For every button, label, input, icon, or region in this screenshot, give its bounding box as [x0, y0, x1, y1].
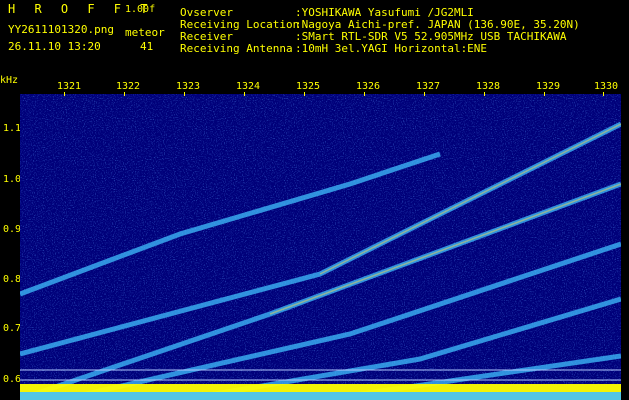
y-tick-label: 0.8	[3, 274, 22, 285]
x-tick-label: 1326	[356, 81, 381, 92]
spectrogram-canvas	[20, 94, 621, 400]
x-tick	[364, 92, 365, 96]
meteor-count: 41	[140, 40, 154, 53]
app-version: 1.00f	[125, 4, 156, 15]
noise-floor	[20, 94, 621, 400]
x-tick	[544, 92, 545, 96]
x-tick	[64, 92, 65, 96]
datetime-label: 26.11.10 13:20	[8, 40, 101, 53]
x-tick	[184, 92, 185, 96]
y-tick-label: 1.1	[3, 123, 22, 134]
x-tick-label: 1327	[416, 81, 441, 92]
x-tick-label: 1322	[116, 81, 141, 92]
x-tick-label: 1323	[176, 81, 201, 92]
x-tick	[424, 92, 425, 96]
meteor-label: meteor	[125, 26, 165, 39]
x-tick-label: 1330	[594, 81, 619, 92]
x-tick-label: 1325	[296, 81, 321, 92]
x-tick-label: 1324	[236, 81, 261, 92]
y-axis-unit: kHz	[0, 75, 19, 86]
x-tick-label: 1321	[57, 81, 82, 92]
antenna-label: Receiving Antenna	[180, 42, 293, 55]
antenna-value: :10mH 3el.YAGI Horizontal:ENE	[295, 42, 488, 55]
x-tick-label: 1329	[536, 81, 561, 92]
y-tick-label: 0.7	[3, 323, 22, 334]
x-tick-label: 1328	[476, 81, 501, 92]
y-tick-label: 0.9	[3, 224, 22, 235]
x-tick	[244, 92, 245, 96]
x-tick	[304, 92, 305, 96]
x-tick	[603, 92, 604, 96]
y-tick-label: 1.0	[3, 174, 22, 185]
x-tick	[484, 92, 485, 96]
x-tick	[124, 92, 125, 96]
filename-label: YY2611101320.png	[8, 23, 114, 36]
header-panel: H R O F F T 1.00f YY2611101320.png meteo…	[0, 0, 629, 70]
noise-bar-cyan	[20, 392, 621, 400]
y-tick-label: 0.6	[3, 374, 22, 385]
spectrogram-display	[20, 94, 621, 400]
